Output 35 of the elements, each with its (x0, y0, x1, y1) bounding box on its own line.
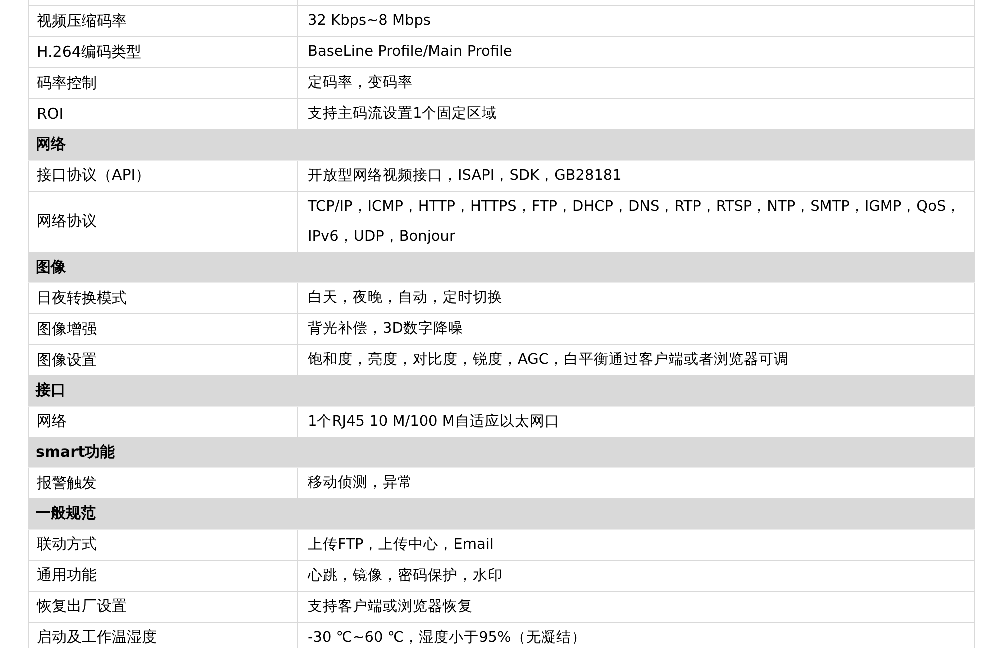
section-header: smart功能 (28, 438, 975, 468)
table-cell: 网络协议 (28, 192, 298, 252)
table-cell: 支持客户端或浏览器恢复 (298, 592, 975, 622)
section-header: 网络 (28, 130, 975, 160)
table-cell: 联动方式 (28, 530, 298, 560)
table-cell: TCP/IP，ICMP，HTTP，HTTPS，FTP，DHCP，DNS，RTP，RTSP，NTP，SMTP，IGMP，QoS，IPv6，UDP，Bonjour (298, 192, 975, 252)
table-cell: 支持主码流设置1个固定区域 (298, 99, 975, 129)
table-cell: 网络 (28, 406, 298, 436)
table-cell: BaseLine Profile/Main Profile (298, 37, 975, 67)
table-cell: 图像设置 (28, 345, 298, 375)
table-cell: 码率控制 (28, 68, 298, 98)
section-header: 接口 (28, 376, 975, 406)
table-cell: 日夜转换模式 (28, 283, 298, 313)
table-cell: 背光补偿，3D数字降噪 (298, 314, 975, 344)
table-cell: 报警触发 (28, 468, 298, 498)
table-cell: 白天，夜晚，自动，定时切换 (298, 283, 975, 313)
table-cell: 视频压缩码率 (28, 6, 298, 36)
table-cell: 图像增强 (28, 314, 298, 344)
table-cell: 恢复出厂设置 (28, 592, 298, 622)
table-cell: 32 Kbps~8 Mbps (298, 6, 975, 36)
table-cell: 心跳，镜像，密码保护，水印 (298, 560, 975, 590)
table-cell: 1个RJ45 10 M/100 M自适应以太网口 (298, 406, 975, 436)
table-cell: H.264编码类型 (28, 37, 298, 67)
table-cell: 移动侦测，异常 (298, 468, 975, 498)
table-cell: ROI (28, 99, 298, 129)
table-cell: 接口协议（API） (28, 160, 298, 190)
table-cell: 通用功能 (28, 560, 298, 590)
section-header: 一般规范 (28, 499, 975, 530)
table-cell: -30 ℃~60 ℃，湿度小于95%（无凝结） (298, 622, 975, 648)
section-header: 图像 (28, 252, 975, 283)
table-cell: 开放型网络视频接口，ISAPI，SDK，GB28181 (298, 160, 975, 190)
table-cell: 上传FTP，上传中心，Email (298, 530, 975, 560)
table-cell: 启动及工作温湿度 (28, 622, 298, 648)
table-cell: 定码率，变码率 (298, 68, 975, 98)
table-cell: 饱和度，亮度，对比度，锐度，AGC，白平衡通过客户端或者浏览器可调 (298, 345, 975, 375)
